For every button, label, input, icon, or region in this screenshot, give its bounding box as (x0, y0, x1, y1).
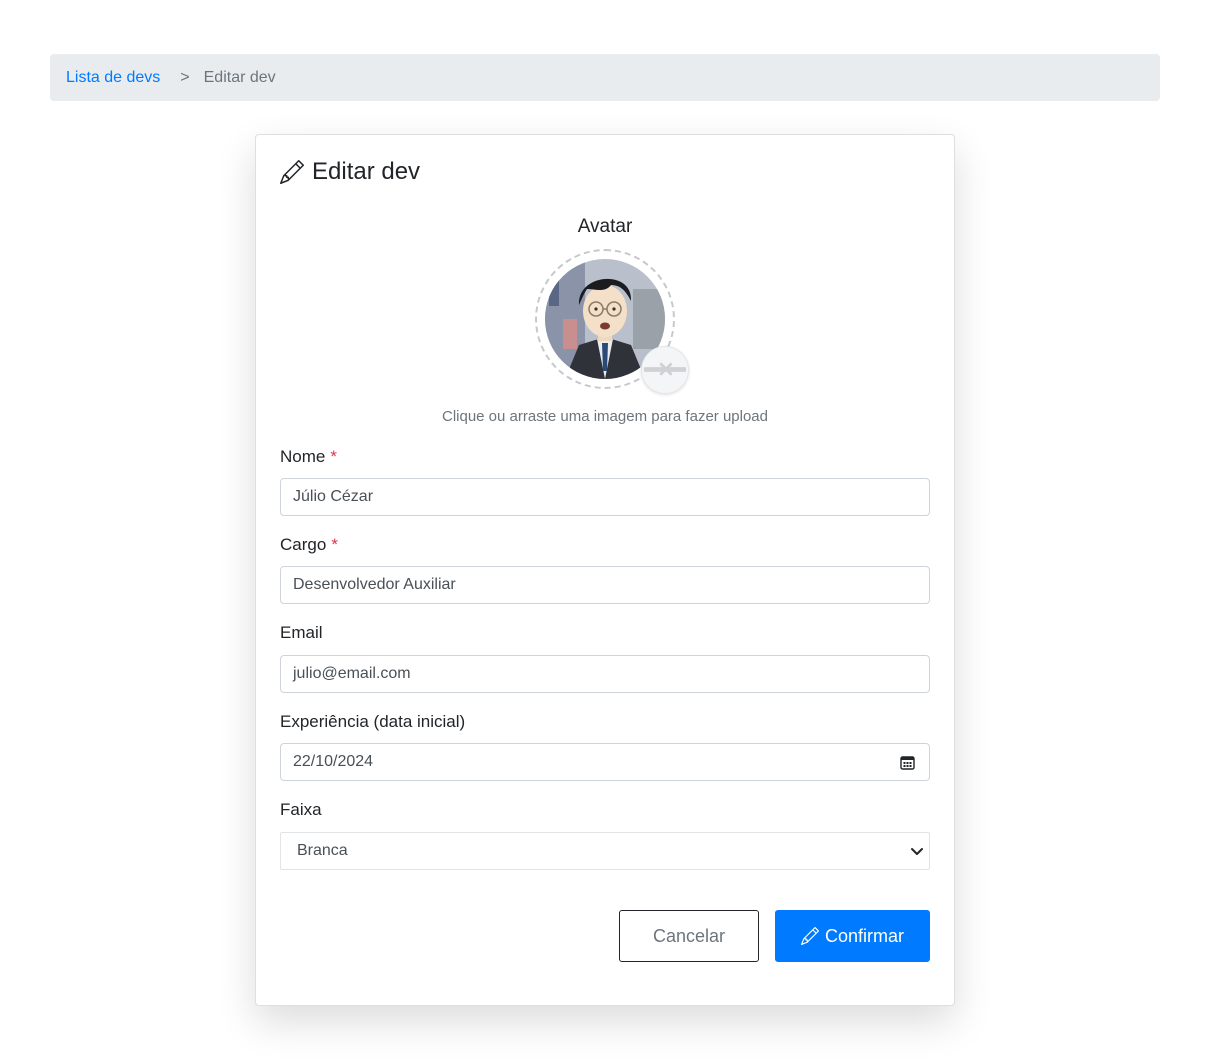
name-label: Nome * (280, 447, 337, 467)
belt-select-value: Branca (297, 842, 348, 859)
required-mark: * (331, 535, 338, 554)
role-input-value: Desenvolvedor Auxiliar (293, 576, 456, 593)
role-input[interactable]: Desenvolvedor Auxiliar (280, 566, 930, 604)
remove-avatar-button[interactable] (641, 346, 689, 394)
breadcrumb-separator: > (180, 68, 190, 86)
avatar-label: Avatar (577, 216, 633, 237)
breadcrumb-link-dev-list[interactable]: Lista de devs (66, 69, 160, 87)
email-input-value: julio@email.com (293, 665, 411, 682)
belt-select[interactable]: Branca (280, 832, 930, 870)
calendar-icon[interactable] (900, 755, 915, 770)
experience-date-value: 22/10/2024 (293, 753, 374, 770)
cancel-button[interactable]: Cancelar (619, 910, 759, 962)
card-title-text: Editar dev (312, 158, 421, 185)
name-input[interactable]: Júlio Cézar (280, 478, 930, 516)
breadcrumb: Lista de devs > Editar dev (50, 54, 1160, 101)
breadcrumb-current: Editar dev (203, 68, 276, 86)
name-input-value: Júlio Cézar (293, 488, 374, 505)
role-label: Cargo * (280, 535, 338, 555)
remove-image-icon (643, 362, 687, 376)
pencil-icon (800, 927, 819, 945)
confirm-button-label: Confirmar (824, 925, 904, 946)
edit-dev-card: Editar dev Avatar Clique ou arraste uma … (255, 134, 955, 1006)
experience-date-input[interactable]: 22/10/2024 (280, 743, 930, 781)
email-label: Email (280, 623, 323, 642)
chevron-down-icon (911, 848, 923, 855)
name-label-text: Nome (280, 447, 326, 466)
card-title: Editar dev (280, 158, 420, 186)
email-input[interactable]: julio@email.com (280, 655, 930, 693)
belt-label: Faixa (280, 800, 322, 819)
avatar-upload-hint: Clique ou arraste uma imagem para fazer … (441, 408, 768, 425)
experience-label: Experiência (data inicial) (280, 712, 466, 731)
avatar-upload-dropzone[interactable] (535, 249, 689, 394)
confirm-button[interactable]: Confirmar (775, 910, 930, 962)
cancel-button-label: Cancelar (652, 925, 726, 946)
required-mark: * (330, 447, 337, 466)
pencil-icon (280, 160, 304, 184)
role-label-text: Cargo (280, 535, 327, 554)
